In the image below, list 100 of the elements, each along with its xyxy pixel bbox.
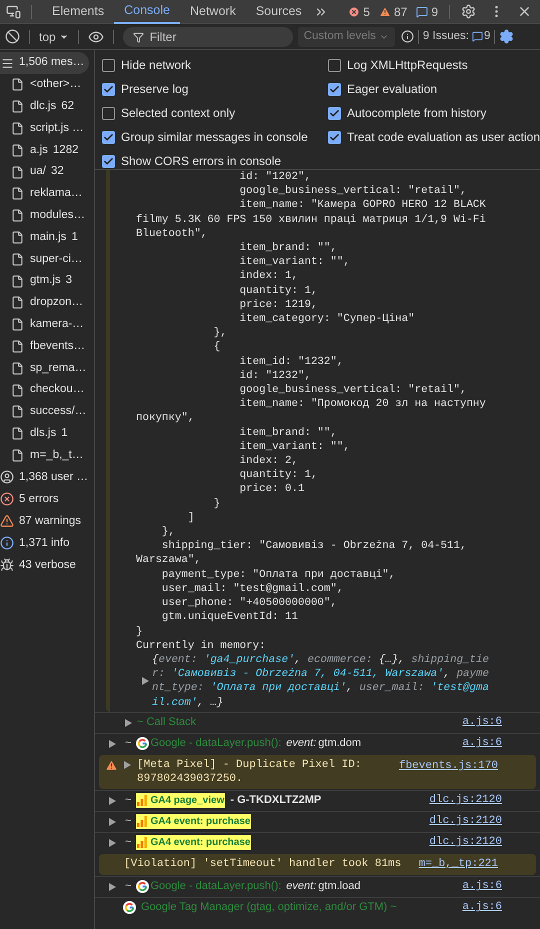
expand-triangle-icon[interactable] [109,882,116,891]
setting-option[interactable]: Preserve log [102,77,321,101]
setting-option[interactable]: Log XMLHttpRequests [328,53,540,77]
sidebar-item[interactable]: m=_b,_t… [0,444,94,466]
checkbox[interactable] [328,58,341,72]
code-line: user_phone: "+40500000000", [160,596,338,610]
error-count[interactable]: 5 [363,2,370,20]
panel-tab[interactable]: Elements [42,0,114,24]
expand-triangle-icon[interactable] [109,838,116,847]
checkbox[interactable] [328,82,341,96]
code-line: item_variant: "", [238,255,351,270]
warning-count[interactable]: 87 [394,2,408,20]
issues-button[interactable]: 9 Issues: 9 [422,28,490,46]
close-icon[interactable] [517,4,532,19]
sidebar-item[interactable]: a.js 1282 [0,139,94,162]
sidebar-item[interactable]: dropzon… [0,292,94,314]
checkbox[interactable] [102,58,115,72]
source-link[interactable]: a.js:6 [462,899,502,916]
expand-triangle-icon[interactable] [125,718,132,727]
filter-field[interactable]: Filter [122,26,293,46]
panel-tab[interactable]: Sources [246,0,312,24]
object-preview[interactable]: {event: 'ga4_purchase', ecommerce: {…}, shipping_tier: 'Самовивіз - Obrzeżna 7, 04-511, Warszawa', payment_type: 'Оплата при доставці', user_mail: 'test@gmail.com', …} [152,652,493,710]
source-link[interactable]: m=_b,_tp:221 [418,856,498,872]
sidebar-item[interactable]: main.js 1 [0,226,94,248]
sidebar-item[interactable]: 1,368 user … [0,466,94,488]
sidebar-item[interactable]: super-ci… [0,248,94,270]
sidebar-item[interactable]: script.js … [0,118,94,140]
checkbox[interactable] [328,130,341,144]
code-line: user_mail: "test@gmail.com", [160,582,344,596]
code-line: item_brand: "", [238,426,338,440]
expand-triangle-icon[interactable] [124,760,131,769]
file-icon [11,78,24,92]
setting-option[interactable]: Selected context only [102,101,321,125]
message-count: 1 [71,230,78,245]
checkbox[interactable] [102,154,115,168]
setting-option[interactable]: Group similar messages in console [102,125,321,149]
sidebar-item[interactable]: fbevents… [0,336,94,358]
tilde-marker: ~ [125,835,132,850]
setting-option[interactable]: Treat code evaluation as user action [328,125,540,149]
console-settings-icon[interactable] [499,29,514,44]
issues-count[interactable]: 9 [431,2,438,20]
code-line: filmy 5.3K 60 FPS 150 хвилин праці матриця 1/1,9 Wi-Fi [136,212,487,227]
code-line: item_brand: "", [238,241,338,256]
clear-console-icon[interactable] [5,29,20,44]
sidebar-item[interactable]: 43 verbose [0,554,94,576]
sidebar-label: 5 errors [19,492,59,507]
checkbox[interactable] [102,130,115,144]
context-dropdown[interactable]: top [39,28,69,46]
source-link[interactable]: a.js:6 [462,714,502,731]
sidebar-item[interactable]: sp_rema… [0,357,94,380]
file-icon [11,384,24,397]
sidebar-item[interactable]: <other>… [0,74,94,96]
sidebar-item[interactable]: modules… [0,204,94,227]
error-icon [0,492,14,506]
sidebar-item[interactable]: gtm.js 3 [0,270,94,292]
expand-triangle-icon[interactable] [109,740,116,748]
file-icon [11,318,24,332]
settings-icon[interactable] [461,4,476,19]
sidebar-item[interactable]: checkou… [0,379,94,401]
sidebar-item[interactable]: 1,371 info [0,532,94,554]
sidebar-item[interactable]: ua/ 32 [0,161,94,183]
expand-triangle-icon[interactable] [109,818,116,826]
sidebar-item[interactable]: 1,506 mes… [0,52,89,74]
issues-icon [472,31,483,42]
source-link[interactable]: dlc.js:2120 [429,792,502,809]
panel-tab[interactable]: Console [114,0,180,24]
file-name: a.js [30,142,48,158]
ga4-badge: GA4 event: purchase [136,814,252,830]
source-link[interactable]: dlc.js:2120 [429,834,502,851]
sidebar-item[interactable]: dlc.js 62 [0,96,94,118]
expand-triangle-icon[interactable] [142,677,149,686]
sidebar-item[interactable]: success/… [0,400,94,423]
sidebar-item[interactable]: dls.js 1 [0,422,94,445]
checkbox[interactable] [328,106,341,120]
device-toolbar-icon[interactable] [6,4,21,19]
sidebar-item[interactable]: 5 errors [0,488,94,510]
sidebar-item[interactable]: kamera-… [0,314,94,336]
group-label: ~ Call Stack [137,715,196,730]
file-name: reklama… [30,186,82,202]
sidebar-item[interactable]: reklama… [0,182,94,205]
file-icon [11,274,24,288]
setting-option[interactable]: Autocomplete from history [328,101,540,125]
source-link[interactable]: fbevents.js:170 [398,758,498,774]
checkbox[interactable] [102,106,115,120]
panel-tab[interactable]: Network [180,0,246,24]
setting-option[interactable]: Hide network [102,53,321,77]
sidebar-label: 1,506 mes… [19,55,84,70]
setting-option[interactable]: Eager evaluation [328,77,540,101]
source-link[interactable]: a.js:6 [462,878,502,895]
bar-chart-icon [137,837,148,848]
source-link[interactable]: a.js:6 [462,735,502,752]
eye-icon[interactable] [88,28,104,44]
warning-icon [0,514,14,528]
checkbox[interactable] [102,82,115,96]
expand-triangle-icon[interactable] [109,796,116,805]
file-icon [11,362,24,375]
sidebar-item[interactable]: 87 warnings [0,510,94,532]
event-value: gtm.load [318,879,360,894]
info-icon[interactable] [400,30,414,43]
source-link[interactable]: dlc.js:2120 [429,813,502,830]
